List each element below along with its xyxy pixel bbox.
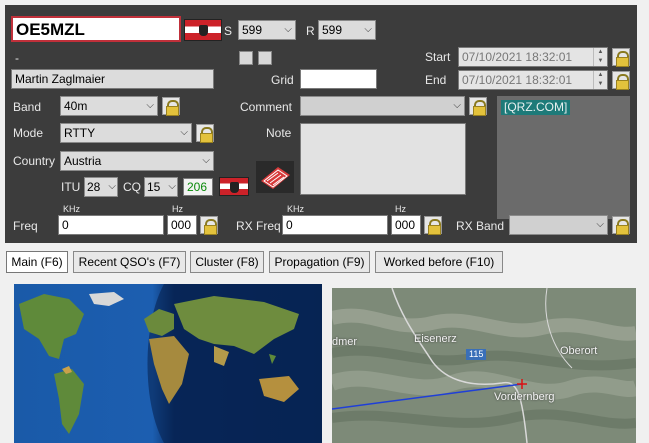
freq-lock-icon[interactable]: [200, 216, 218, 235]
freq-hz-label: Hz: [172, 204, 183, 214]
band-label: Band: [13, 100, 42, 114]
tab-recent-qsos[interactable]: Recent QSO's (F7): [73, 251, 186, 273]
rxfreq-khz-label: KHz: [287, 204, 305, 214]
grid-input[interactable]: [300, 69, 377, 89]
map-label-oberort: Oberort: [560, 345, 598, 357]
freq-hz-input[interactable]: 000: [167, 215, 197, 235]
itu-label: ITU: [61, 180, 81, 194]
rst-sent-select[interactable]: 599 ⌵: [238, 20, 296, 40]
map-label-eisenerz: Eisenerz: [414, 333, 457, 345]
road-number-badge: 115: [466, 349, 487, 360]
rx-freq-label: RX Freq: [236, 219, 281, 233]
end-label: End: [425, 73, 447, 87]
world-map[interactable]: [14, 284, 322, 443]
start-datetime-input[interactable]: 07/10/2021 18:32:01 ▲ ▼: [458, 47, 608, 67]
note-textarea[interactable]: [300, 123, 466, 195]
topo-map-graphic: [332, 288, 636, 443]
freq-khz-input[interactable]: 0: [58, 215, 164, 235]
note-label: Note: [266, 126, 292, 140]
mode-select[interactable]: RTTY ⌵: [60, 123, 192, 143]
rst-recv-label: R: [306, 24, 315, 38]
mode-lock-icon[interactable]: [196, 124, 214, 143]
rst-sent-value: 599: [242, 23, 263, 37]
map-label-dmer: dmer: [332, 336, 358, 348]
comment-label: Comment: [240, 100, 293, 114]
rst-recv-select[interactable]: 599 ⌵: [318, 20, 376, 40]
cq-select[interactable]: 15 ⌵: [144, 177, 178, 197]
band-value: 40m: [64, 99, 88, 113]
rx-freq-hz-input[interactable]: 000: [391, 215, 421, 235]
band-select[interactable]: 40m ⌵: [60, 96, 158, 116]
callsign-input[interactable]: OE5MZL: [11, 16, 181, 42]
qth-dash: -: [15, 51, 19, 65]
chevron-down-icon: ⌵: [364, 24, 372, 35]
austria-flag-icon: [184, 19, 222, 41]
country-label: Country: [13, 154, 56, 168]
rx-band-label: RX Band: [456, 219, 505, 233]
chevron-down-icon: ⌵: [168, 181, 176, 192]
start-datetime-value: 07/10/2021 18:32:01: [462, 50, 573, 64]
world-map-graphic: [14, 284, 322, 443]
name-input[interactable]: Martin Zaglmaier: [11, 69, 214, 89]
rx-freq-lock-icon[interactable]: [424, 216, 442, 235]
chevron-down-icon: ⌵: [202, 155, 210, 166]
qso-entry-panel: OE5MZL S 599 ⌵ R 599 ⌵ - Start 07/10/2021 …: [5, 5, 637, 243]
freq-label: Freq: [13, 219, 38, 233]
chevron-down-icon: ⌵: [596, 219, 604, 230]
end-datetime-value: 07/10/2021 18:32:01: [462, 73, 573, 87]
end-lock-icon[interactable]: [612, 71, 630, 90]
country-value: Austria: [64, 154, 102, 168]
tab-worked-before[interactable]: Worked before (F10): [375, 251, 503, 273]
tab-cluster[interactable]: Cluster (F8): [190, 251, 264, 273]
qrz-link[interactable]: [QRZ.COM]: [501, 100, 571, 115]
spin-arrows-icon[interactable]: ▲ ▼: [593, 48, 607, 66]
country-flag-icon: [219, 177, 249, 196]
rx-band-lock-icon[interactable]: [612, 216, 630, 235]
map-label-vordernberg: Vordernberg: [494, 391, 555, 403]
freq-khz-label: KHz: [63, 204, 81, 214]
qsl-card-icon[interactable]: [256, 161, 294, 193]
spin-arrows-icon[interactable]: ▲ ▼: [593, 71, 607, 89]
country-select[interactable]: Austria ⌵: [60, 151, 214, 171]
mode-label: Mode: [13, 126, 44, 140]
rx-freq-khz-input[interactable]: 0: [282, 215, 388, 235]
tab-propagation[interactable]: Propagation (F9): [269, 251, 370, 273]
topo-map[interactable]: dmer Eisenerz Oberort Vordernberg 115: [332, 288, 636, 443]
rx-band-select[interactable]: ⌵: [509, 215, 608, 235]
tab-main[interactable]: Main (F6): [6, 251, 68, 273]
toggle-square-2[interactable]: [258, 51, 272, 65]
start-lock-icon[interactable]: [612, 48, 630, 67]
rst-sent-label: S: [224, 24, 233, 38]
cq-value: 15: [147, 180, 161, 194]
grid-label: Grid: [271, 73, 294, 87]
chevron-down-icon: ⌵: [453, 100, 461, 111]
comment-select[interactable]: ⌵: [300, 96, 465, 116]
end-datetime-input[interactable]: 07/10/2021 18:32:01 ▲ ▼: [458, 70, 608, 90]
dxcc-number: 206: [183, 178, 213, 196]
toggle-square-1[interactable]: [239, 51, 253, 65]
comment-lock-icon[interactable]: [469, 97, 487, 116]
itu-select[interactable]: 28 ⌵: [84, 177, 118, 197]
mode-value: RTTY: [64, 126, 96, 140]
cq-label: CQ: [123, 180, 141, 194]
band-lock-icon[interactable]: [162, 97, 180, 116]
rxfreq-hz-label: Hz: [395, 204, 406, 214]
chevron-down-icon: ⌵: [180, 127, 188, 138]
chevron-down-icon: ⌵: [146, 100, 154, 111]
start-label: Start: [425, 50, 451, 64]
chevron-down-icon: ⌵: [284, 24, 292, 35]
chevron-down-icon: ⌵: [108, 181, 116, 192]
itu-value: 28: [87, 180, 101, 194]
rst-recv-value: 599: [322, 23, 343, 37]
qrz-info-box: [QRZ.COM]: [497, 96, 630, 219]
